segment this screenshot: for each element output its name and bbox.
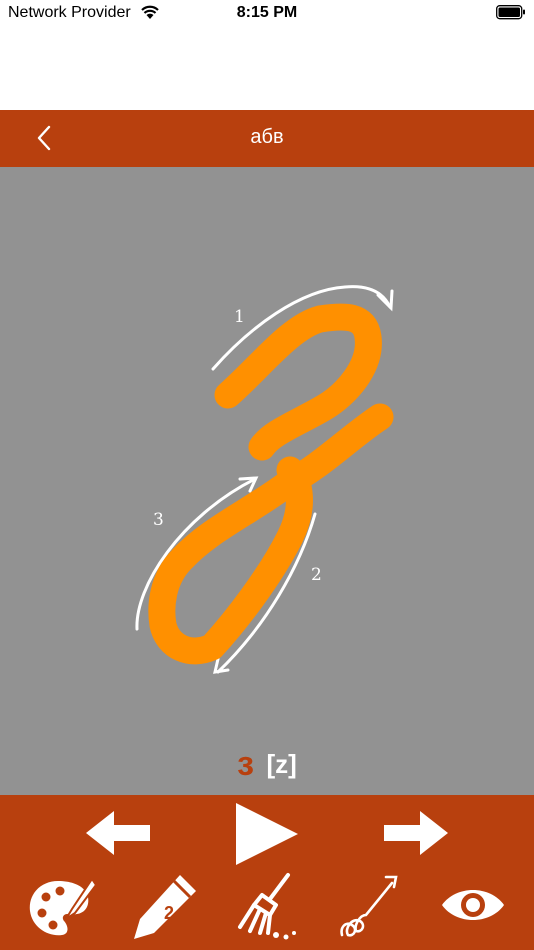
letter-glyph: з [237,745,255,783]
broom-icon [238,873,290,935]
pencil-button[interactable]: 2 [128,871,200,943]
status-bar: Network Provider 8:15 PM [0,0,534,26]
stroke-number-3: 3 [153,510,164,530]
drawing-canvas[interactable]: 1 2 3 з [z] [0,167,534,795]
letter-guide: 1 2 3 [135,285,394,674]
play-icon [236,803,298,865]
page-title: абв [250,126,284,148]
status-time: 8:15 PM [236,4,298,21]
trace-button[interactable] [336,871,406,943]
arrow-right-icon [384,811,448,855]
trace-path-icon [340,875,398,937]
top-spacer [0,26,534,110]
next-letter-button[interactable] [382,807,450,859]
palette-button[interactable] [26,875,96,941]
battery-icon [496,5,525,20]
palette-icon [29,877,96,936]
arrow-left-icon [86,811,150,855]
prev-letter-button[interactable] [84,807,152,859]
play-button[interactable] [232,799,302,869]
stroke-number-1: 1 [234,307,245,327]
letter-sound: [z] [266,749,297,779]
bottom-toolbar: 2 [0,795,534,950]
stroke-number-2: 2 [311,565,322,585]
letter-label: з [z] [0,745,534,784]
eye-icon [442,890,504,920]
nav-bar: абв [0,110,534,167]
view-button[interactable] [440,883,506,927]
clear-button[interactable] [232,871,302,943]
pencil-size: 2 [164,903,175,923]
